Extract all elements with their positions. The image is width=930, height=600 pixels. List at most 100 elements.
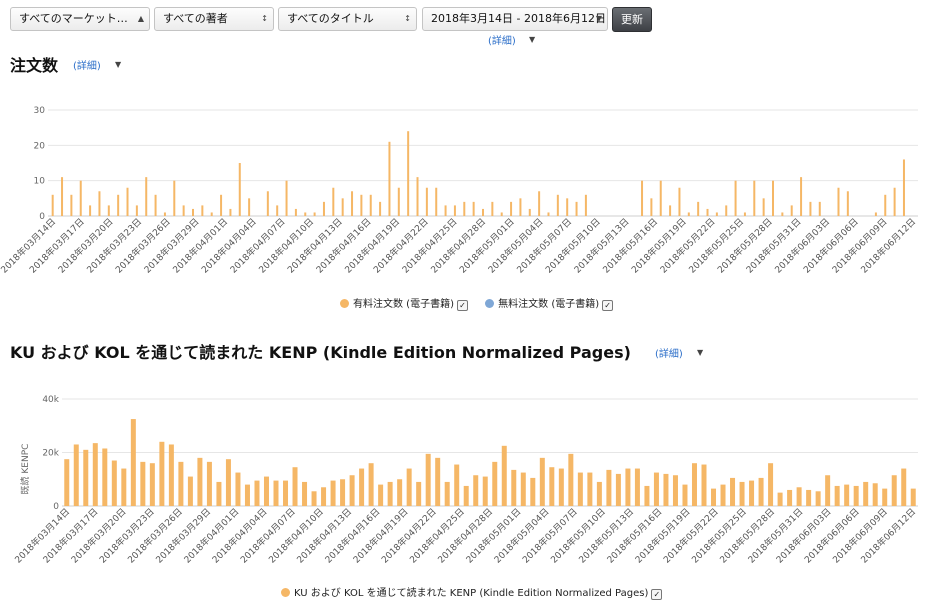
- bar: [768, 463, 774, 506]
- bar: [549, 467, 555, 506]
- legend-item-free[interactable]: 無料注文数 (電子書籍) ✓: [485, 299, 614, 311]
- checkbox-checked-icon[interactable]: ✓: [651, 589, 663, 600]
- caret-down-icon[interactable]: ▼: [529, 35, 535, 44]
- bar: [416, 481, 422, 506]
- bar: [530, 477, 536, 506]
- bar: [510, 201, 513, 216]
- bar: [187, 476, 193, 506]
- bar: [79, 180, 82, 216]
- bar: [853, 485, 859, 506]
- bar: [473, 475, 479, 506]
- bar: [825, 475, 831, 506]
- bar: [625, 468, 631, 506]
- legend-label-free: 無料注文数 (電子書籍): [498, 299, 600, 310]
- bar: [749, 480, 755, 506]
- caret-down-icon[interactable]: ▼: [115, 60, 121, 69]
- bar: [70, 194, 73, 216]
- bar: [725, 205, 728, 216]
- bar: [558, 468, 564, 506]
- legend-dot-icon: [340, 299, 349, 308]
- bar: [107, 205, 110, 216]
- bar: [149, 463, 155, 506]
- title-select[interactable]: すべてのタイトル ↕: [278, 7, 417, 31]
- bar: [834, 485, 840, 506]
- marketplace-select-value: すべてのマーケット…: [19, 12, 128, 25]
- bar: [863, 481, 869, 506]
- legend-item-kenp[interactable]: KU および KOL を通じて読まれた KENP (Kindle Edition…: [281, 588, 663, 600]
- author-select[interactable]: すべての著者 ↕: [154, 7, 274, 31]
- bar: [902, 159, 905, 216]
- kenp-detail-link[interactable]: (詳細): [655, 345, 683, 360]
- bar: [322, 201, 325, 216]
- bar: [743, 212, 746, 216]
- bar: [360, 194, 363, 216]
- y-tick-label: 40k: [42, 395, 59, 405]
- kenp-y-axis-label: 既読 KENPC: [19, 444, 31, 495]
- orders-legend: 有料注文数 (電子書籍) ✓ 無料注文数 (電子書籍) ✓: [340, 295, 614, 311]
- bar: [197, 457, 203, 506]
- kenp-chart: 既読 KENPC 020k40k 2018年03月14日2018年03月17日2…: [12, 395, 918, 566]
- bar: [463, 201, 466, 216]
- date-range-select[interactable]: 2018年3月14日 - 2018年6月12日 ▼: [422, 7, 608, 31]
- marketplace-select[interactable]: すべてのマーケット… ▲: [10, 7, 150, 31]
- bar: [584, 194, 587, 216]
- bar: [910, 488, 916, 506]
- update-button[interactable]: 更新: [612, 7, 652, 32]
- bar: [781, 212, 784, 216]
- bar: [276, 205, 279, 216]
- bar: [787, 489, 793, 506]
- bar: [511, 469, 517, 506]
- y-tick-label: 0: [39, 212, 45, 222]
- bar: [711, 488, 717, 506]
- bar: [641, 180, 644, 216]
- bar: [538, 191, 541, 216]
- bar: [321, 487, 327, 506]
- bar: [206, 461, 212, 506]
- bar: [163, 212, 166, 216]
- bar: [884, 194, 887, 216]
- bar: [178, 461, 184, 506]
- caret-down-icon[interactable]: ▼: [697, 348, 703, 357]
- bar: [454, 464, 460, 506]
- bar: [145, 177, 148, 216]
- bar: [606, 469, 612, 506]
- checkbox-checked-icon[interactable]: ✓: [602, 300, 614, 311]
- bar: [159, 441, 165, 506]
- caret-down-icon: ▼: [595, 14, 602, 23]
- bar: [891, 475, 897, 506]
- bar: [800, 177, 803, 216]
- date-range-detail-link[interactable]: (詳細): [488, 32, 516, 47]
- bar: [501, 445, 507, 506]
- y-tick-label: 10: [34, 177, 46, 187]
- legend-dot-icon: [485, 299, 495, 308]
- bar: [369, 194, 372, 216]
- bar: [874, 212, 877, 216]
- bar: [772, 180, 774, 216]
- bar: [92, 443, 98, 506]
- bar: [444, 481, 450, 506]
- checkbox-checked-icon[interactable]: ✓: [456, 300, 468, 311]
- bar: [893, 187, 896, 216]
- bar: [359, 468, 365, 506]
- bar: [266, 191, 269, 216]
- bar: [463, 485, 469, 506]
- bar: [173, 180, 176, 216]
- legend-item-paid[interactable]: 有料注文数 (電子書籍) ✓: [340, 299, 471, 311]
- legend-label-paid: 有料注文数 (電子書籍): [353, 299, 454, 310]
- bar: [672, 475, 678, 506]
- bar: [500, 212, 503, 216]
- bar: [547, 212, 550, 216]
- bar: [140, 461, 146, 506]
- kenp-legend: KU および KOL を通じて読まれた KENP (Kindle Edition…: [281, 584, 663, 600]
- bar: [777, 492, 783, 506]
- bar: [111, 460, 117, 506]
- bar: [397, 479, 403, 506]
- bar: [556, 194, 559, 216]
- bar: [61, 177, 64, 216]
- orders-detail-link[interactable]: (詳細): [73, 57, 101, 72]
- bar: [332, 187, 335, 216]
- bar: [435, 457, 441, 506]
- bar: [182, 205, 185, 216]
- bar: [98, 191, 101, 216]
- bar: [130, 419, 136, 506]
